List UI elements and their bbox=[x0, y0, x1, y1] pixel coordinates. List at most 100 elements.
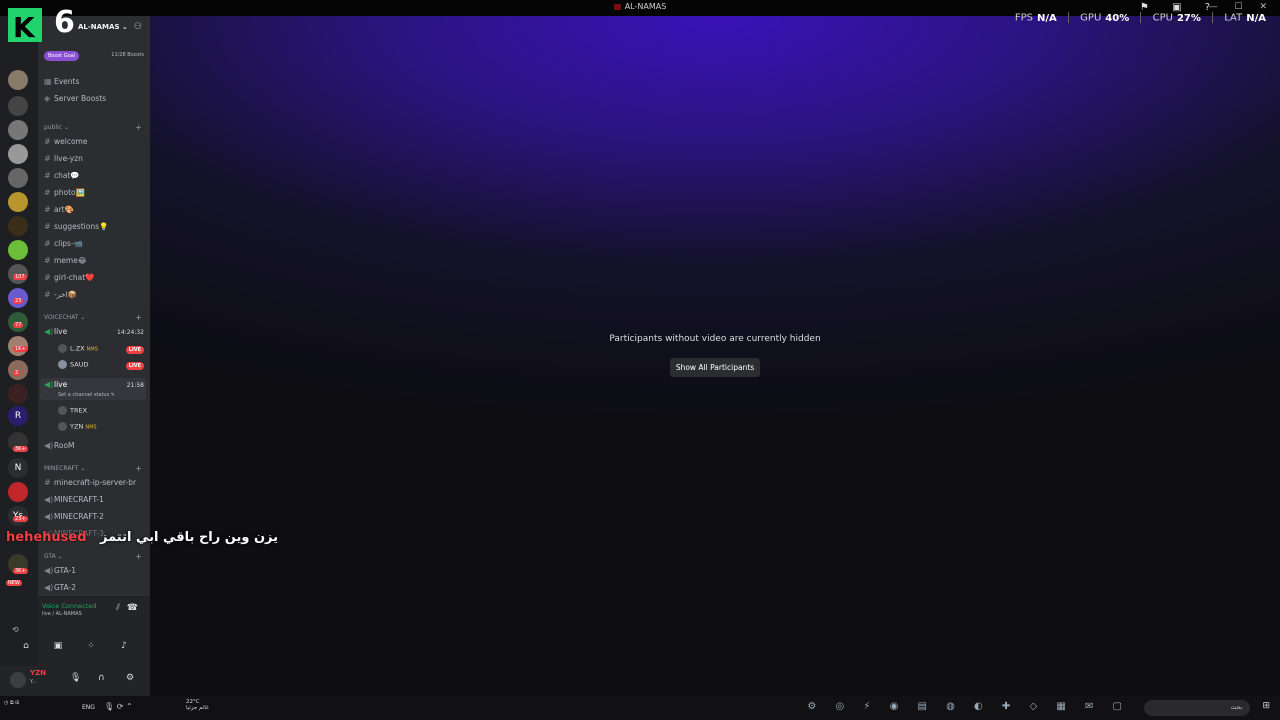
mention-badge: 23+ bbox=[13, 516, 28, 522]
tray-icons[interactable]: ◷ ⧉ ⊞ bbox=[4, 700, 19, 706]
mention-badge: 77 bbox=[13, 322, 24, 328]
voice-user[interactable]: YZN NMS bbox=[58, 422, 97, 433]
server-avatar[interactable] bbox=[8, 216, 28, 236]
screen-share-button[interactable]: ▣ bbox=[48, 641, 68, 655]
text-channel[interactable]: # live-yzn bbox=[44, 154, 146, 166]
text-channel[interactable]: # clips-📹 bbox=[44, 239, 146, 251]
mention-badge: 3K+ bbox=[13, 568, 28, 574]
text-channel[interactable]: # photo🖼️ bbox=[44, 188, 146, 200]
avatar bbox=[58, 422, 67, 431]
voice-stage: Participants without video are currently… bbox=[150, 16, 1280, 696]
text-channel[interactable]: # chat💬 bbox=[44, 171, 146, 183]
disconnect-icon[interactable]: ☎ bbox=[127, 603, 138, 613]
voice-channel[interactable]: ◀)MINECRAFT-1 bbox=[44, 495, 146, 507]
voice-status: Voice Connected bbox=[42, 602, 97, 610]
server-avatar[interactable] bbox=[8, 240, 28, 260]
server-avatar[interactable] bbox=[8, 120, 28, 140]
speaker-icon: ◀) bbox=[44, 441, 54, 450]
server-avatar[interactable] bbox=[8, 482, 28, 502]
overlay-caption-arabic: يزن وين راح باقي ابي اتتمز bbox=[100, 530, 279, 545]
server-letter[interactable]: N bbox=[8, 458, 28, 478]
category-voicechat[interactable]: VOICECHAT ⌄ + bbox=[44, 313, 146, 322]
taskbar-apps[interactable]: ⚙ ◎ ⚡ ◉ ▤ ◍ ◐ ✚ ◇ ▦ ✉ ▢ bbox=[807, 701, 1130, 712]
performance-overlay: FPS N/A GPU 40% CPU 27% LAT N/A bbox=[1014, 12, 1266, 24]
soundboard-button[interactable]: ♪ bbox=[114, 641, 134, 655]
text-channel[interactable]: # welcome bbox=[44, 137, 146, 149]
text-channel[interactable]: # meme😂 bbox=[44, 256, 146, 268]
avatar[interactable] bbox=[10, 672, 26, 688]
boost-goal-label: Boost Goal bbox=[44, 51, 80, 61]
server-avatar[interactable] bbox=[8, 192, 28, 212]
voice-channel[interactable]: ◀)GTA-1 bbox=[44, 566, 146, 578]
mention-badge: 2 bbox=[13, 370, 21, 376]
hash-icon: # bbox=[44, 188, 51, 197]
weather-widget[interactable]: 22°C غائم جزئيا bbox=[186, 699, 209, 711]
category-gta[interactable]: GTA ⌄ + bbox=[44, 552, 146, 561]
headphones-icon[interactable]: ∩ bbox=[98, 673, 105, 683]
text-channel[interactable]: # girl-chat❤️ bbox=[44, 273, 146, 285]
add-channel-icon: + bbox=[135, 313, 142, 322]
voice-location[interactable]: live / AL-NAMAS bbox=[42, 611, 82, 617]
noise-suppression-icon[interactable]: ⫽ bbox=[116, 603, 120, 613]
server-rail: R N Ys 107 23 77 1K+ 2 3K+ 23+ 3K+ NEW bbox=[0, 16, 38, 696]
boost-goal-bar[interactable]: Boost Goal 11/28 Boosts bbox=[42, 50, 146, 62]
server-avatar[interactable] bbox=[8, 144, 28, 164]
voice-channel[interactable]: ◀)RooM bbox=[44, 441, 146, 453]
category-public[interactable]: public ⌄ + bbox=[44, 123, 146, 132]
voice-user[interactable]: TREX bbox=[58, 406, 87, 417]
server-avatar[interactable] bbox=[8, 168, 28, 188]
add-member-icon[interactable]: ⚇ bbox=[134, 22, 142, 32]
live-badge: LIVE bbox=[125, 362, 144, 370]
overlay-caption-red: hehehused bbox=[6, 530, 87, 545]
voice-user[interactable]: L.ZX NMS bbox=[58, 344, 98, 355]
hash-icon: # bbox=[44, 256, 51, 265]
voice-channel[interactable]: ◀)MINECRAFT-2 bbox=[44, 512, 146, 524]
speaker-icon: ◀) bbox=[44, 327, 54, 336]
voice-user[interactable]: SAUD bbox=[58, 360, 88, 371]
mention-badge: 1K+ bbox=[13, 346, 28, 352]
lat-value: N/A bbox=[1246, 12, 1266, 24]
server-letter[interactable]: R bbox=[8, 406, 28, 426]
text-channel[interactable]: # suggestions💡 bbox=[44, 222, 146, 234]
text-channel[interactable]: # minecraft-ip-server-br bbox=[44, 478, 146, 490]
hash-icon: # bbox=[44, 205, 51, 214]
gpu-value: 40% bbox=[1105, 12, 1130, 24]
voice-channel[interactable]: ◀)GTA-2 bbox=[44, 583, 146, 595]
hash-icon: # bbox=[44, 273, 51, 282]
hash-icon: # bbox=[44, 239, 51, 248]
language-indicator[interactable]: ENG bbox=[82, 704, 95, 711]
show-all-participants-button[interactable]: Show All Participants bbox=[670, 358, 760, 377]
speaker-icon: ◀) bbox=[44, 495, 54, 504]
sidebar-item-server-boosts[interactable]: ◈ Server Boosts bbox=[44, 94, 146, 106]
overlay-logo-number: 6 bbox=[54, 5, 75, 40]
text-channel[interactable]: # art🎨 bbox=[44, 205, 146, 217]
signal-icon[interactable]: ⟲ bbox=[12, 625, 19, 634]
activities-button[interactable]: ⁘ bbox=[81, 641, 101, 655]
avatar bbox=[58, 406, 67, 415]
hash-icon: # bbox=[44, 137, 51, 146]
add-channel-icon: + bbox=[135, 123, 142, 132]
channel-sidebar: AL-NAMAS ⌄ ⚇ Boost Goal 11/28 Boosts ▦ Ev… bbox=[38, 16, 150, 696]
voice-connection-panel: Voice Connected live / AL-NAMAS ⫽ ☎ ⟲ ⌂ … bbox=[12, 596, 150, 666]
fps-value: N/A bbox=[1037, 12, 1057, 24]
camera-button[interactable]: ⌂ bbox=[16, 641, 36, 655]
sidebar-item-events[interactable]: ▦ Events bbox=[44, 77, 146, 89]
microphone-icon[interactable]: 🎙︎ bbox=[70, 673, 81, 683]
category-minecraft[interactable]: MINECRAFT ⌄ + bbox=[44, 464, 146, 473]
server-avatar[interactable] bbox=[8, 384, 28, 404]
system-tray-icons[interactable]: 🎙︎ ⟳ ⌃ bbox=[104, 702, 133, 711]
text-channel[interactable]: # -اخر📦 bbox=[44, 290, 146, 302]
speaker-icon: ◀) bbox=[44, 380, 54, 389]
username[interactable]: YZN bbox=[30, 669, 46, 677]
channel-status[interactable]: Set a channel status ✎ bbox=[58, 392, 115, 398]
server-avatar[interactable] bbox=[8, 96, 28, 116]
boost-icon: ◈ bbox=[44, 94, 51, 103]
server-name[interactable]: AL-NAMAS ⌄ bbox=[78, 23, 128, 31]
windows-icon[interactable]: ⊞ bbox=[1262, 701, 1270, 711]
gear-icon[interactable]: ⚙ bbox=[126, 673, 134, 683]
server-avatar[interactable] bbox=[8, 70, 28, 90]
search-box[interactable]: بحث bbox=[1144, 700, 1250, 716]
hash-icon: # bbox=[44, 290, 51, 299]
hash-icon: # bbox=[44, 222, 51, 231]
boost-count: 11/28 Boosts bbox=[111, 52, 144, 58]
